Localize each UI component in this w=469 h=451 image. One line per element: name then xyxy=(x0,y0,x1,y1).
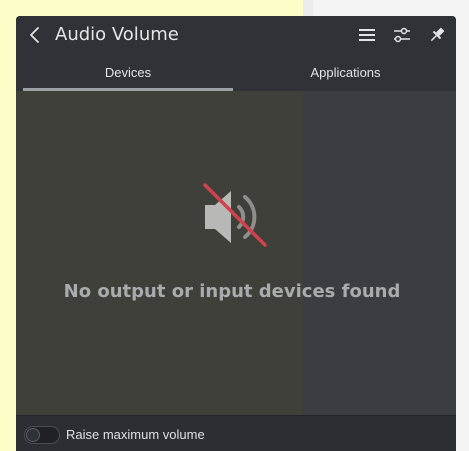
hamburger-menu-icon xyxy=(359,29,375,41)
raise-max-volume-label[interactable]: Raise maximum volume xyxy=(66,427,205,443)
audio-volume-popup: Audio Volume Devices Applications No out… xyxy=(16,16,456,451)
devices-panel: No output or input devices found xyxy=(16,91,456,415)
chevron-left-icon xyxy=(30,27,39,43)
panel-right-region xyxy=(303,91,456,415)
raise-max-volume-toggle[interactable] xyxy=(24,426,60,444)
empty-state-message: No output or input devices found xyxy=(63,281,401,302)
pin-icon xyxy=(430,27,445,42)
pin-button[interactable] xyxy=(426,24,448,46)
menu-button[interactable] xyxy=(356,24,378,46)
tab-applications[interactable]: Applications xyxy=(235,54,456,91)
sliders-icon xyxy=(394,27,410,43)
tab-bar: Devices Applications xyxy=(16,54,456,91)
speaker-muted-icon xyxy=(203,183,267,247)
toggle-knob xyxy=(26,428,40,442)
configure-button[interactable] xyxy=(391,24,413,46)
tab-devices[interactable]: Devices xyxy=(23,54,233,91)
popup-footer: Raise maximum volume xyxy=(16,415,456,451)
back-button[interactable] xyxy=(25,24,45,46)
popup-header: Audio Volume xyxy=(16,16,456,54)
popup-title: Audio Volume xyxy=(55,24,179,45)
